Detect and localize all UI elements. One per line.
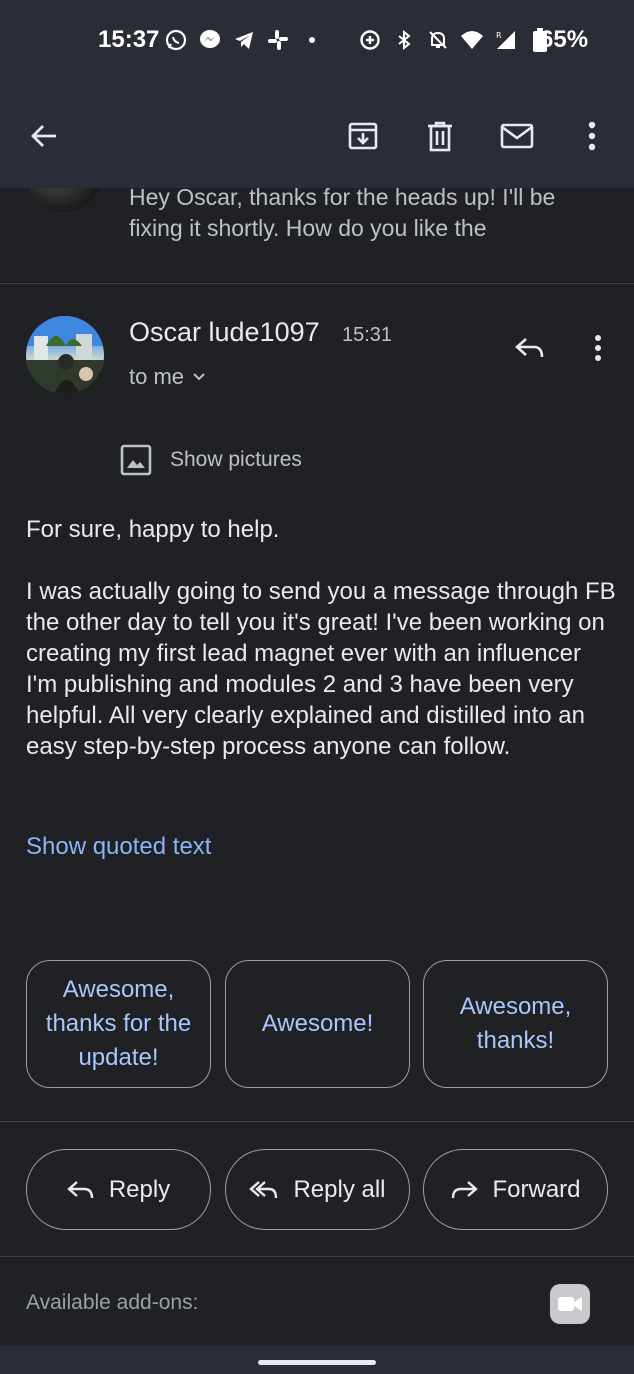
forward-button[interactable]: Forward xyxy=(423,1149,608,1230)
video-camera-icon xyxy=(558,1297,582,1311)
addons-label: Available add-ons: xyxy=(26,1291,199,1314)
reply-all-label: Reply all xyxy=(293,1175,386,1203)
forward-icon xyxy=(452,1180,479,1198)
archive-icon xyxy=(348,122,378,150)
smart-reply-chip[interactable]: Awesome, thanks! xyxy=(423,960,608,1088)
meet-addon-button[interactable] xyxy=(550,1284,590,1324)
more-vert-icon xyxy=(588,121,596,151)
avatar-photo xyxy=(26,316,104,394)
divider xyxy=(0,1121,634,1122)
notification-icons xyxy=(164,28,324,52)
messenger-icon xyxy=(198,28,222,52)
body-paragraph: I was actually going to send you a messa… xyxy=(26,578,616,760)
message-more-button[interactable] xyxy=(574,324,622,372)
bluetooth-icon xyxy=(392,28,416,52)
back-button[interactable] xyxy=(20,112,68,160)
mark-unread-icon xyxy=(500,123,534,149)
more-options-button[interactable] xyxy=(568,112,616,160)
gesture-handle[interactable] xyxy=(258,1360,376,1365)
back-arrow-icon xyxy=(31,125,56,147)
reply-icon-button[interactable] xyxy=(506,324,554,372)
chevron-down-icon xyxy=(193,373,205,381)
wifi-icon xyxy=(460,28,484,52)
reply-button[interactable]: Reply xyxy=(26,1149,211,1230)
dot-icon xyxy=(300,28,324,52)
status-time: 15:37 xyxy=(98,26,160,53)
telegram-icon xyxy=(232,28,256,52)
sender-avatar[interactable] xyxy=(26,316,104,394)
message-time: 15:31 xyxy=(342,324,393,346)
recipient-details[interactable]: to me xyxy=(129,364,206,390)
signal-icon: R xyxy=(494,28,518,52)
system-icons: R xyxy=(358,28,552,52)
reply-icon xyxy=(515,338,544,358)
reply-icon xyxy=(66,1180,94,1198)
sender-name: Oscar lude1097 xyxy=(129,317,320,347)
image-icon xyxy=(120,444,152,476)
avatar xyxy=(26,188,102,212)
battery-percent: 65% xyxy=(540,26,589,53)
slack-icon xyxy=(266,28,290,52)
more-vert-icon xyxy=(595,335,601,361)
data-saver-icon xyxy=(358,28,382,52)
smart-reply-chip[interactable]: Awesome! xyxy=(225,960,410,1088)
delete-button[interactable] xyxy=(416,112,464,160)
status-bar: 15:37 R 65% xyxy=(0,0,634,84)
whatsapp-icon xyxy=(164,28,188,52)
divider xyxy=(0,1256,634,1257)
forward-label: Forward xyxy=(492,1175,581,1203)
archive-button[interactable] xyxy=(339,112,387,160)
mute-icon xyxy=(426,28,450,52)
mark-unread-button[interactable] xyxy=(493,112,541,160)
reply-label: Reply xyxy=(108,1175,171,1203)
show-quoted-text-link[interactable]: Show quoted text xyxy=(26,833,211,861)
previous-message-snippet: Hey Oscar, thanks for the heads up! I'll… xyxy=(129,188,556,241)
smart-reply-chip[interactable]: Awesome, thanks for the update! xyxy=(26,960,211,1088)
svg-text:R: R xyxy=(496,31,502,40)
previous-message[interactable]: Hey Oscar, thanks for the heads up! I'll… xyxy=(0,188,634,284)
message-body: For sure, happy to help. I was actually … xyxy=(26,514,616,793)
show-pictures-button[interactable]: Show pictures xyxy=(120,444,302,476)
body-paragraph: For sure, happy to help. xyxy=(26,516,280,543)
recipient-label: to me xyxy=(129,364,185,389)
reply-all-icon xyxy=(249,1180,278,1198)
delete-icon xyxy=(428,121,452,152)
show-pictures-label: Show pictures xyxy=(170,448,302,471)
reply-all-button[interactable]: Reply all xyxy=(225,1149,410,1230)
top-app-bar xyxy=(0,84,634,188)
